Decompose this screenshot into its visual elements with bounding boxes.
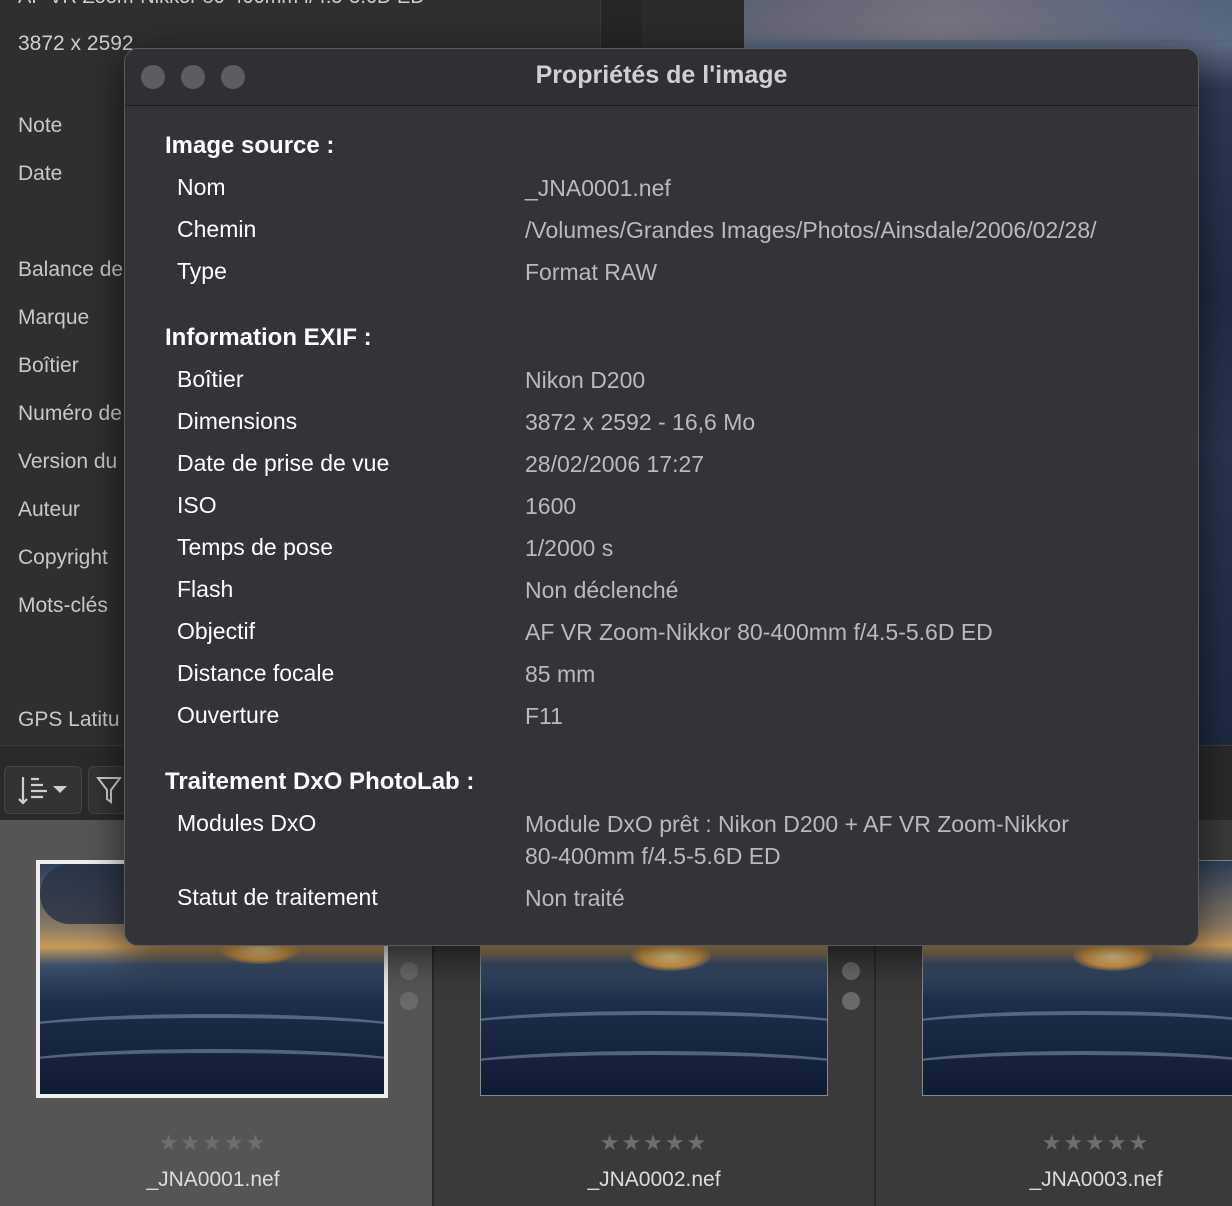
property-label: Ouverture [177, 702, 280, 728]
thumbnail-badges [400, 962, 418, 1022]
image-properties-dialog: Propriétés de l'image Image source : Nom… [124, 48, 1199, 946]
property-label: Date de prise de vue [177, 450, 390, 476]
rating-stars[interactable]: ★★★★★ [434, 1130, 874, 1156]
section-title-dxo-processing: Traitement DxO PhotoLab : [165, 768, 475, 795]
section-title-image-source: Image source : [165, 132, 335, 159]
property-label: Flash [177, 576, 234, 602]
label-auteur: Auteur [18, 498, 80, 521]
thumbnail-badges [842, 962, 860, 1022]
property-value-continued: 80-400mm f/4.5-5.6D ED [525, 843, 781, 869]
label-balance: Balance de [18, 258, 124, 281]
thumbnail-filename: _JNA0001.nef [146, 1168, 280, 1191]
property-value: Non déclenché [525, 577, 679, 603]
label-note: Note [18, 114, 63, 137]
property-value: Module DxO prêt : Nikon D200 + AF VR Zoo… [525, 811, 1069, 837]
sort-button[interactable] [4, 766, 82, 814]
property-value: 1/2000 s [525, 535, 614, 561]
label-gps: GPS Latitu [18, 708, 120, 731]
section-title-exif: Information EXIF : [165, 324, 372, 351]
property-label: Nom [177, 174, 226, 200]
property-label: Temps de pose [177, 534, 333, 560]
thumbnail-filename: _JNA0003.nef [1029, 1168, 1163, 1191]
label-boitier: Boîtier [18, 354, 79, 377]
property-value: 1600 [525, 493, 577, 519]
property-label: ISO [177, 492, 217, 518]
lens-text: AF VR Zoom-Nikkor 80-400mm f/4.5-5.6D ED [18, 0, 425, 9]
property-label: Distance focale [177, 660, 335, 686]
filter-icon [96, 777, 122, 804]
label-copyright: Copyright [18, 546, 108, 569]
property-value: 3872 x 2592 - 16,6 Mo [525, 409, 756, 435]
dialog-title: Propriétés de l'image [535, 61, 788, 89]
dialog-titlebar[interactable]: Propriétés de l'image [125, 49, 1198, 106]
thumbnail-filename: _JNA0002.nef [587, 1168, 721, 1191]
property-label: Modules DxO [177, 810, 317, 836]
property-label: Statut de traitement [177, 884, 378, 910]
property-value: 85 mm [525, 661, 596, 687]
label-version: Version du [18, 450, 118, 473]
property-label: Dimensions [177, 408, 298, 434]
property-value: AF VR Zoom-Nikkor 80-400mm f/4.5-5.6D ED [525, 619, 993, 645]
rating-stars[interactable]: ★★★★★ [0, 1130, 426, 1156]
sort-icon [18, 777, 47, 805]
label-mots-cles: Mots-clés [18, 594, 108, 617]
chevron-down-icon [53, 786, 67, 793]
property-value: _JNA0001.nef [525, 175, 671, 201]
property-value: F11 [525, 703, 563, 729]
label-numero: Numéro de [18, 402, 122, 425]
property-label: Type [177, 258, 227, 284]
label-date: Date [18, 162, 63, 185]
property-label: Objectif [177, 618, 255, 644]
property-label: Chemin [177, 216, 257, 242]
property-value: Non traité [525, 885, 625, 911]
label-marque: Marque [18, 306, 90, 329]
rating-stars[interactable]: ★★★★★ [876, 1130, 1232, 1156]
property-value: Format RAW [525, 259, 658, 285]
property-value: Nikon D200 [525, 367, 646, 393]
property-value: /Volumes/Grandes Images/Photos/Ainsdale/… [525, 217, 1097, 243]
dimensions-text: 3872 x 2592 [18, 32, 134, 55]
property-value: 28/02/2006 17:27 [525, 451, 705, 477]
property-label: Boîtier [177, 366, 244, 392]
